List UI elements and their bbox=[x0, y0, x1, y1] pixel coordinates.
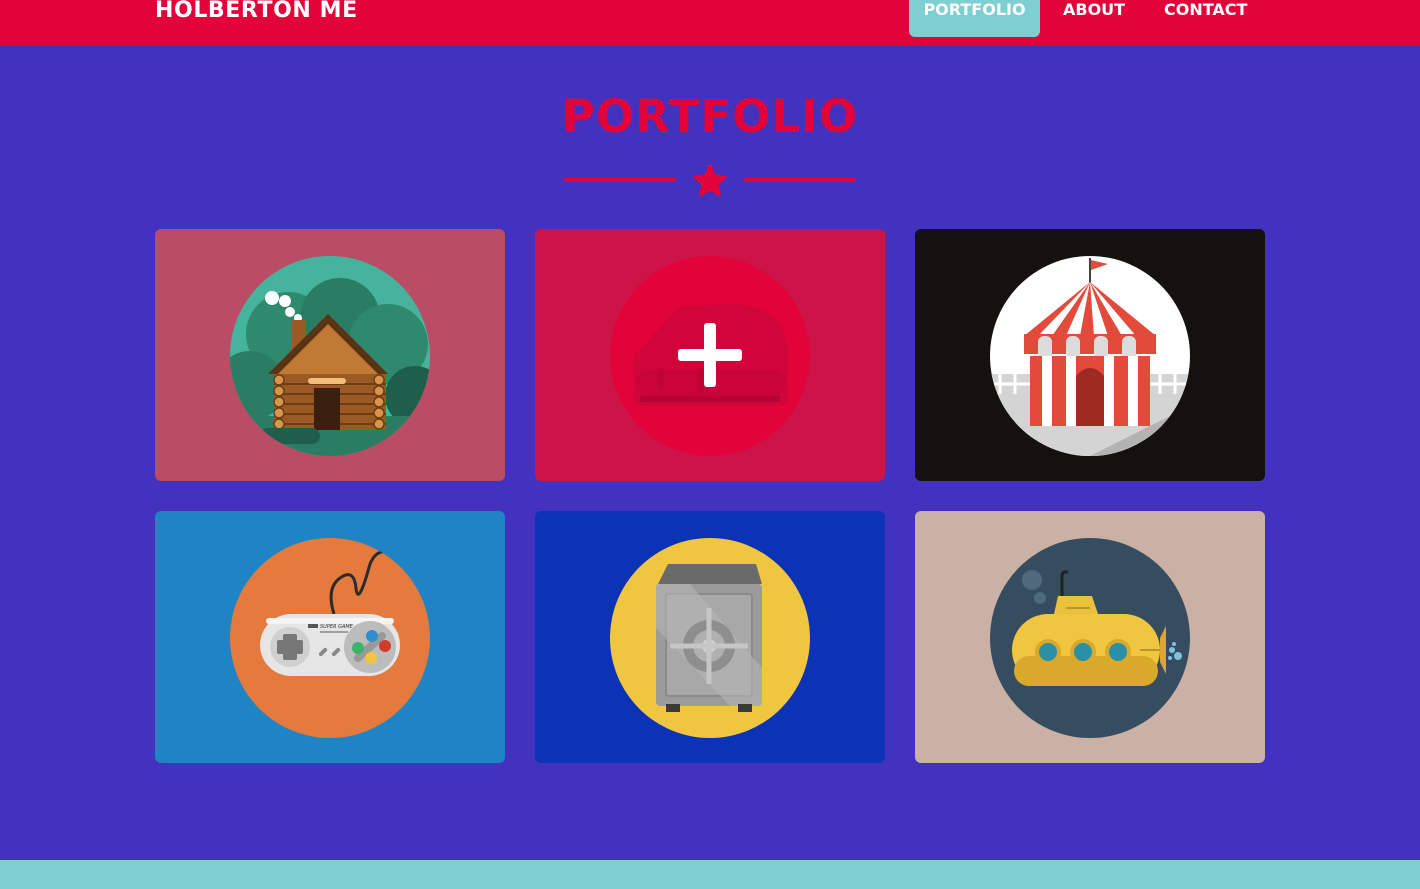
portfolio-item-cake[interactable] bbox=[535, 229, 885, 481]
cabin-illustration bbox=[230, 256, 430, 456]
nav-link-about[interactable]: ABOUT bbox=[1063, 0, 1125, 37]
portfolio-item-submarine[interactable] bbox=[915, 511, 1265, 763]
nav-link-contact[interactable]: CONTACT bbox=[1164, 0, 1247, 37]
safe-illustration bbox=[610, 538, 810, 738]
submarine-illustration bbox=[990, 538, 1190, 738]
nav-link-portfolio[interactable]: PORTFOLIO bbox=[909, 0, 1040, 37]
game-controller-illustration: SUPER GAME bbox=[230, 538, 430, 738]
plus-icon bbox=[678, 323, 742, 387]
portfolio-item-cabin[interactable] bbox=[155, 229, 505, 481]
portfolio-item-circus-tent[interactable] bbox=[915, 229, 1265, 481]
circus-tent-illustration bbox=[990, 256, 1190, 456]
star-icon bbox=[692, 163, 728, 197]
controller-brand-text: SUPER GAME bbox=[320, 624, 354, 630]
divider-line-right bbox=[744, 178, 856, 182]
divider-line-left bbox=[564, 178, 676, 182]
brand-logo[interactable]: HOLBERTON ME bbox=[155, 0, 358, 26]
portfolio-item-game-controller[interactable]: SUPER GAME bbox=[155, 511, 505, 763]
footer-strip bbox=[0, 860, 1420, 889]
page-title: PORTFOLIO bbox=[561, 90, 859, 143]
navbar: HOLBERTON ME PORTFOLIO ABOUT CONTACT bbox=[0, 0, 1420, 45]
portfolio-item-safe[interactable] bbox=[535, 511, 885, 763]
